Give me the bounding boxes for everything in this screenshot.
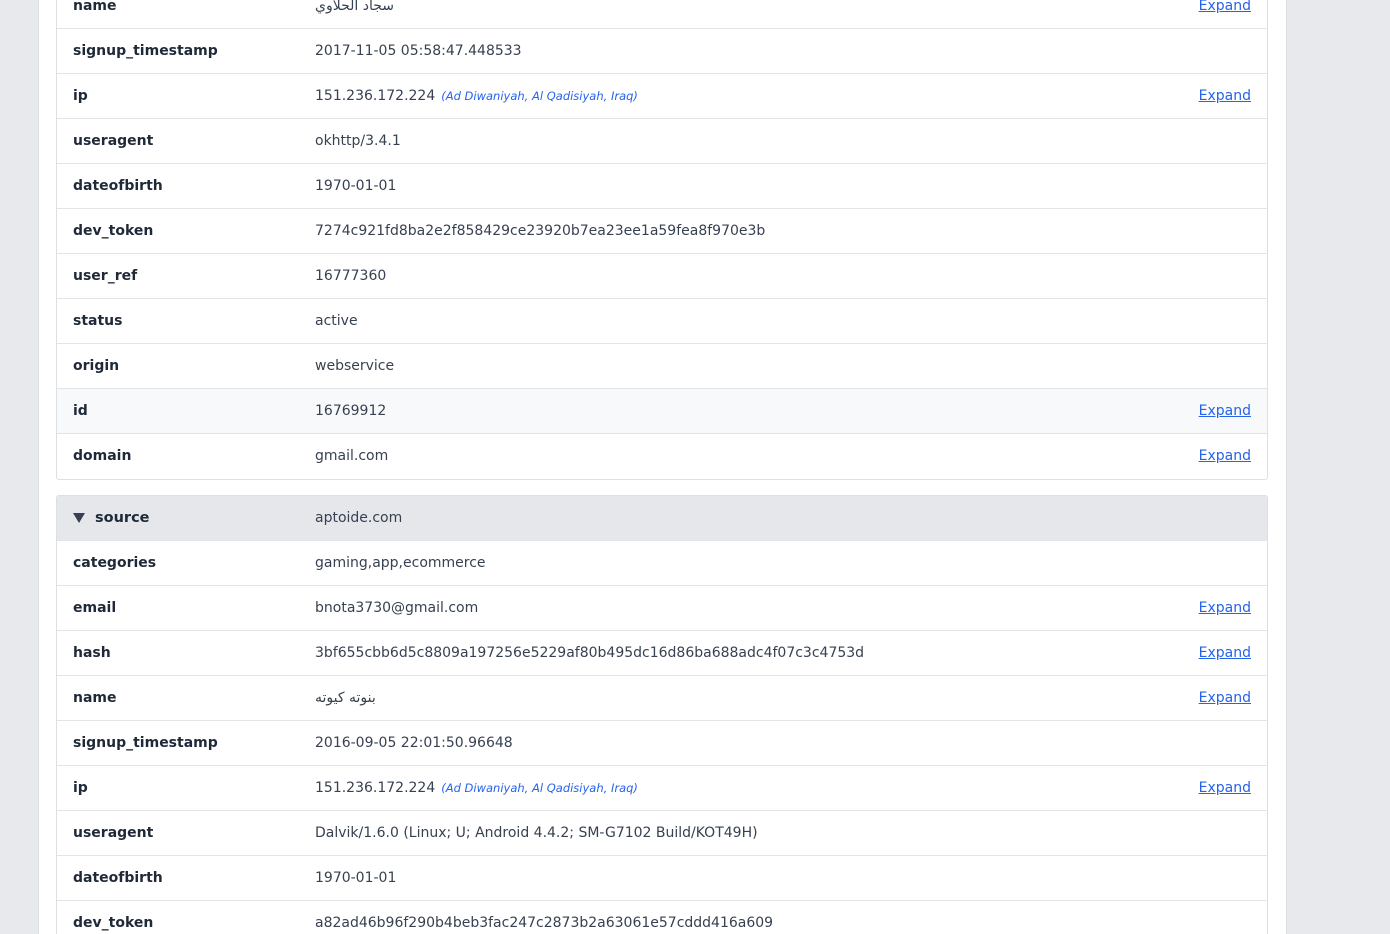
field-value: bnota3730@gmail.com bbox=[315, 600, 479, 616]
field-key: status bbox=[73, 313, 123, 329]
field-key: domain bbox=[73, 448, 132, 464]
field-row-useragent: useragent okhttp/3.4.1 bbox=[57, 119, 1267, 164]
field-row-user-ref: user_ref 16777360 bbox=[57, 254, 1267, 299]
field-value: gaming,app,ecommerce bbox=[315, 555, 486, 571]
field-value: active bbox=[315, 313, 358, 329]
expand-link[interactable]: Expand bbox=[1199, 586, 1251, 630]
field-row-status: status active bbox=[57, 299, 1267, 344]
expand-link[interactable]: Expand bbox=[1199, 74, 1251, 118]
field-key: dateofbirth bbox=[73, 178, 163, 194]
field-value: 151.236.172.224 (Ad Diwaniyah, Al Qadisiy… bbox=[315, 766, 638, 810]
ip-value: 151.236.172.224 bbox=[315, 780, 436, 796]
field-row-signup-timestamp: signup_timestamp 2017-11-05 05:58:47.448… bbox=[57, 29, 1267, 74]
field-value: بنوته كيوته bbox=[315, 690, 376, 706]
field-key: dev_token bbox=[73, 915, 154, 931]
field-key: name bbox=[73, 690, 117, 706]
field-row-signup-timestamp: signup_timestamp 2016-09-05 22:01:50.966… bbox=[57, 721, 1267, 766]
field-row-email: email bnota3730@gmail.com Expand bbox=[57, 586, 1267, 631]
field-row-dev-token: dev_token 7274c921fd8ba2e2f858429ce23920… bbox=[57, 209, 1267, 254]
field-value: 16769912 bbox=[315, 403, 387, 419]
collapse-caret-icon[interactable] bbox=[73, 513, 85, 523]
field-key: useragent bbox=[73, 825, 154, 841]
field-value: 16777360 bbox=[315, 268, 387, 284]
field-row-id: id 16769912 Expand bbox=[57, 389, 1267, 434]
ip-geolocation: (Ad Diwaniyah, Al Qadisiyah, Iraq) bbox=[441, 781, 638, 795]
field-row-ip: ip 151.236.172.224 (Ad Diwaniyah, Al Qadi… bbox=[57, 74, 1267, 119]
source-value: aptoide.com bbox=[315, 510, 403, 526]
field-key: useragent bbox=[73, 133, 154, 149]
field-value: gmail.com bbox=[315, 448, 389, 464]
field-row-ip: ip 151.236.172.224 (Ad Diwaniyah, Al Qadi… bbox=[57, 766, 1267, 811]
field-value: 151.236.172.224 (Ad Diwaniyah, Al Qadisiy… bbox=[315, 74, 638, 118]
field-value: 1970-01-01 bbox=[315, 178, 397, 194]
field-value: 3bf655cbb6d5c8809a197256e5229af80b495dc1… bbox=[315, 645, 865, 661]
field-key: ip bbox=[73, 780, 88, 796]
field-row-hash: hash 3bf655cbb6d5c8809a197256e5229af80b4… bbox=[57, 631, 1267, 676]
field-row-dateofbirth: dateofbirth 1970-01-01 bbox=[57, 856, 1267, 901]
field-value: Dalvik/1.6.0 (Linux; U; Android 4.4.2; S… bbox=[315, 825, 758, 841]
field-key: user_ref bbox=[73, 268, 138, 284]
ip-value: 151.236.172.224 bbox=[315, 88, 436, 104]
field-row-domain: domain gmail.com Expand bbox=[57, 434, 1267, 479]
field-row-useragent: useragent Dalvik/1.6.0 (Linux; U; Androi… bbox=[57, 811, 1267, 856]
source-header-row[interactable]: source aptoide.com bbox=[57, 496, 1267, 541]
field-key: name bbox=[73, 0, 117, 14]
source-label: source bbox=[95, 510, 150, 526]
expand-link[interactable]: Expand bbox=[1199, 389, 1251, 433]
record-table-b: source aptoide.com categories gaming,app… bbox=[56, 495, 1268, 934]
field-key: ip bbox=[73, 88, 88, 104]
field-value: 2016-09-05 22:01:50.96648 bbox=[315, 735, 513, 751]
field-value: 1970-01-01 bbox=[315, 870, 397, 886]
expand-link[interactable]: Expand bbox=[1199, 766, 1251, 810]
field-key: signup_timestamp bbox=[73, 735, 218, 751]
expand-link[interactable]: Expand bbox=[1199, 434, 1251, 478]
field-row-dateofbirth: dateofbirth 1970-01-01 bbox=[57, 164, 1267, 209]
field-value: a82ad46b96f290b4beb3fac247c2873b2a63061e… bbox=[315, 915, 774, 931]
field-key: hash bbox=[73, 645, 111, 661]
record-table-a: name سجاد الحلاوي Expand signup_timestam… bbox=[56, 0, 1268, 480]
field-value: 7274c921fd8ba2e2f858429ce23920b7ea23ee1a… bbox=[315, 223, 766, 239]
field-value: 2017-11-05 05:58:47.448533 bbox=[315, 43, 522, 59]
expand-link[interactable]: Expand bbox=[1199, 631, 1251, 675]
expand-link[interactable]: Expand bbox=[1199, 676, 1251, 720]
field-key: dev_token bbox=[73, 223, 154, 239]
field-row-origin: origin webservice bbox=[57, 344, 1267, 389]
field-value: webservice bbox=[315, 358, 395, 374]
field-row-name: name سجاد الحلاوي Expand bbox=[57, 0, 1267, 29]
field-value: سجاد الحلاوي bbox=[315, 0, 394, 14]
field-key: dateofbirth bbox=[73, 870, 163, 886]
results-panel: name سجاد الحلاوي Expand signup_timestam… bbox=[38, 0, 1287, 934]
field-key: categories bbox=[73, 555, 157, 571]
field-row-name: name بنوته كيوته Expand bbox=[57, 676, 1267, 721]
field-key: origin bbox=[73, 358, 120, 374]
field-key: id bbox=[73, 403, 88, 419]
field-row-dev-token: dev_token a82ad46b96f290b4beb3fac247c287… bbox=[57, 901, 1267, 934]
field-row-categories: categories gaming,app,ecommerce bbox=[57, 541, 1267, 586]
field-key: email bbox=[73, 600, 117, 616]
field-key: signup_timestamp bbox=[73, 43, 218, 59]
expand-link[interactable]: Expand bbox=[1199, 0, 1251, 28]
ip-geolocation: (Ad Diwaniyah, Al Qadisiyah, Iraq) bbox=[441, 89, 638, 103]
field-value: okhttp/3.4.1 bbox=[315, 133, 401, 149]
